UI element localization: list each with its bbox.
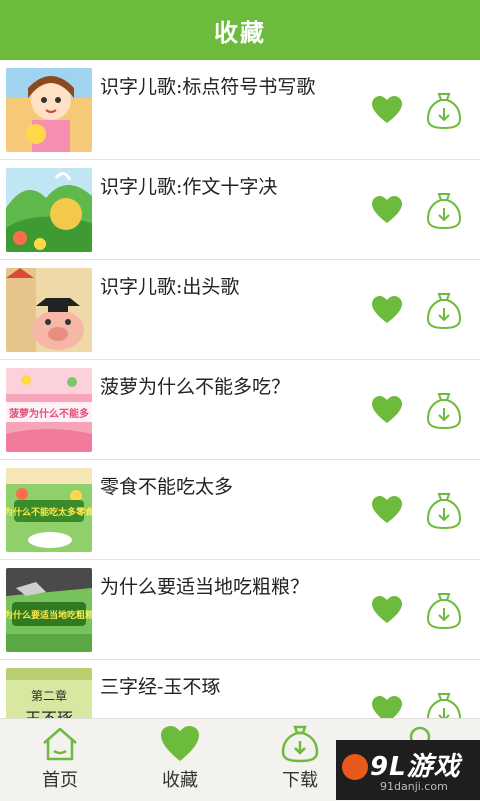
download-bag-icon [280, 725, 320, 763]
item-title: 识字儿歌:作文十字决 [100, 176, 278, 198]
tab-favorites-label: 收藏 [162, 770, 198, 791]
item-title: 为什么要适当地吃粗粮？ [100, 576, 310, 598]
tab-home-label: 首页 [42, 770, 78, 791]
list-item[interactable]: 识字儿歌:标点符号书写歌 [0, 60, 480, 160]
download-icon[interactable] [426, 92, 462, 130]
favorite-heart-icon[interactable] [372, 296, 402, 324]
download-icon[interactable] [426, 492, 462, 530]
list-item[interactable]: 识字儿歌:出头歌 [0, 260, 480, 360]
item-thumbnail: 第二章 玉不琢 [6, 668, 92, 718]
list-item[interactable]: 识字儿歌:作文十字决 [0, 160, 480, 260]
favorite-heart-icon[interactable] [372, 196, 402, 224]
list-item[interactable]: 第二章 玉不琢 三字经-玉不琢 [0, 660, 480, 718]
home-icon [40, 725, 80, 763]
tab-favorites[interactable]: 收藏 [120, 719, 240, 801]
item-thumbnail [6, 68, 92, 152]
thumb-caption: 为什么不能吃太多零食 [6, 506, 92, 518]
favorite-heart-icon[interactable] [372, 96, 402, 124]
download-icon[interactable] [426, 692, 462, 718]
download-icon[interactable] [426, 292, 462, 330]
item-thumbnail [6, 168, 92, 252]
watermark-url: 91danji.com [380, 780, 448, 793]
item-thumbnail: 为什么要适当地吃粗粮 [6, 568, 92, 652]
download-icon[interactable] [426, 192, 462, 230]
item-thumbnail [6, 268, 92, 352]
item-title: 零食不能吃太多 [100, 476, 234, 498]
download-icon[interactable] [426, 592, 462, 630]
download-icon[interactable] [426, 392, 462, 430]
item-title: 识字儿歌:标点符号书写歌 [100, 76, 316, 98]
watermark-dot-icon [342, 754, 368, 780]
item-title: 识字儿歌:出头歌 [100, 276, 240, 298]
item-title: 三字经-玉不琢 [100, 676, 221, 698]
favorite-heart-icon[interactable] [372, 496, 402, 524]
heart-icon [160, 725, 200, 763]
item-thumbnail: 为什么不能吃太多零食 [6, 468, 92, 552]
item-thumbnail: 菠萝为什么不能多 [6, 368, 92, 452]
page-title: 收藏 [214, 18, 266, 47]
thumb-caption: 为什么要适当地吃粗粮 [6, 609, 92, 621]
watermark-text: 9L游戏 [370, 752, 461, 782]
list-item[interactable]: 为什么不能吃太多零食 零食不能吃太多 [0, 460, 480, 560]
tab-home[interactable]: 首页 [0, 719, 120, 801]
favorite-heart-icon[interactable] [372, 696, 402, 718]
thumb-caption: 菠萝为什么不能多 [9, 407, 89, 420]
favorites-list: 识字儿歌:标点符号书写歌 识字儿歌:作文十字决 识字儿歌:出头歌 菠萝为什么不能… [0, 60, 480, 718]
thumb-chapter: 第二章 [31, 688, 67, 703]
favorite-heart-icon[interactable] [372, 596, 402, 624]
favorite-heart-icon[interactable] [372, 396, 402, 424]
list-item[interactable]: 为什么要适当地吃粗粮 为什么要适当地吃粗粮？ [0, 560, 480, 660]
list-item[interactable]: 菠萝为什么不能多 菠萝为什么不能多吃？ [0, 360, 480, 460]
app-header: 收藏 [0, 0, 480, 60]
watermark-logo: 9L游戏 91danji.com [336, 740, 480, 800]
thumb-caption: 玉不琢 [25, 709, 73, 718]
item-title: 菠萝为什么不能多吃？ [100, 376, 291, 398]
